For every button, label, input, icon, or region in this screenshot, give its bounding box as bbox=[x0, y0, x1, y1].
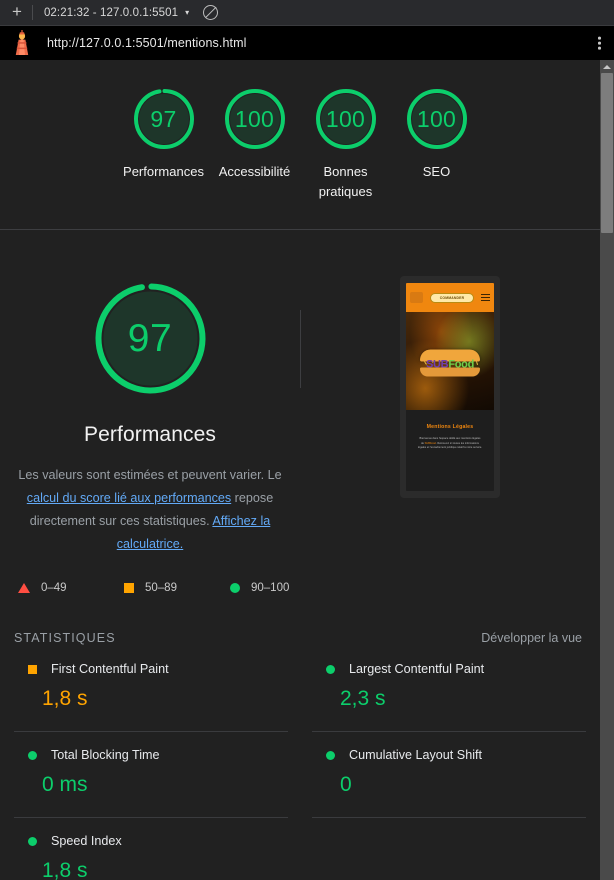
metric-empty-slot bbox=[312, 817, 586, 880]
page-title: Performances bbox=[84, 423, 216, 446]
thumb-body: Mentions Légales Bienvenue dans l'espace… bbox=[406, 410, 494, 491]
score-label: Bonnes pratiques bbox=[318, 164, 373, 199]
thumb-page-heading: Mentions Légales bbox=[426, 424, 474, 430]
thumb-line-2b: SUBFood bbox=[424, 441, 436, 445]
score-label: Accessibilité bbox=[218, 164, 291, 179]
thumb-hero-image: SUBFood bbox=[406, 312, 494, 410]
score-gauges-row: 97 Performances 100 Accessibilité 100 Bo… bbox=[0, 60, 600, 202]
thumb-line-3: légales et l'encadrement juridique relat… bbox=[417, 446, 483, 450]
legend-range: 50–89 bbox=[145, 582, 177, 594]
thumb-line-2c: . Retrouvez ici toutes les informations bbox=[435, 441, 479, 445]
page-screenshot-thumbnail[interactable]: COMMANDER SUBFood Mentions Légales Bienv… bbox=[400, 276, 500, 498]
metric-value: 0 ms bbox=[42, 773, 88, 796]
metrics-header: STATISTIQUES Développer la vue bbox=[0, 594, 600, 645]
score-label: SEO bbox=[422, 164, 451, 179]
vertical-scrollbar[interactable] bbox=[600, 60, 614, 880]
lighthouse-report: 97 Performances 100 Accessibilité 100 Bo… bbox=[0, 60, 600, 880]
url-text[interactable]: http://127.0.0.1:5501/mentions.html bbox=[47, 36, 246, 50]
thumb-logo bbox=[410, 292, 423, 303]
metric-name: First Contentful Paint bbox=[51, 662, 169, 676]
thumb-line-1: Bienvenue dans l'espace dédié aux mentio… bbox=[419, 437, 481, 440]
score-calculation-link[interactable]: calcul du score lié aux performances bbox=[27, 491, 231, 505]
hamburger-menu-icon bbox=[481, 293, 490, 302]
status-badge-green-icon bbox=[28, 750, 37, 760]
score-gauge-accessibilite[interactable]: 100 Accessibilité bbox=[209, 85, 300, 202]
status-badge-green-icon bbox=[326, 664, 335, 674]
metric-value: 1,8 s bbox=[42, 687, 88, 710]
devtools-tab-bar: + 02:21:32 - 127.0.0.1:5501 ▾ bbox=[0, 0, 614, 26]
legend-range: 90–100 bbox=[251, 582, 290, 594]
metrics-section-title: STATISTIQUES bbox=[14, 631, 116, 645]
performance-hero: 97 Performances Les valeurs sont estimée… bbox=[0, 230, 600, 556]
circle-icon bbox=[230, 583, 240, 593]
legend-item-pass: 90–100 bbox=[230, 582, 336, 594]
thumb-brand-logo: SUBFood bbox=[420, 349, 480, 377]
thumb-order-button: COMMANDER bbox=[430, 292, 474, 303]
score-legend: 0–49 50–89 90–100 bbox=[0, 556, 600, 594]
metrics-grid: First Contentful Paint 1,8 s Largest Con… bbox=[0, 658, 600, 880]
score-value: 100 bbox=[325, 105, 366, 132]
scrollbar-thumb[interactable] bbox=[601, 73, 613, 233]
metric-value: 2,3 s bbox=[340, 687, 386, 710]
metric-cumulative-layout-shift[interactable]: Cumulative Layout Shift 0 bbox=[312, 731, 586, 817]
expand-view-toggle[interactable]: Développer la vue bbox=[481, 631, 582, 645]
score-label: Performances bbox=[123, 164, 204, 179]
metric-largest-contentful-paint[interactable]: Largest Contentful Paint 2,3 s bbox=[312, 658, 586, 731]
score-gauge-performances[interactable]: 97 Performances bbox=[118, 85, 209, 202]
triangle-icon bbox=[18, 583, 30, 593]
performance-gauge: 97 bbox=[88, 276, 213, 401]
clear-block-icon[interactable] bbox=[203, 5, 219, 20]
status-badge-orange-icon bbox=[28, 664, 37, 674]
metric-name: Total Blocking Time bbox=[51, 748, 160, 762]
metric-name: Largest Contentful Paint bbox=[349, 662, 485, 676]
hero-score-block: 97 Performances Les valeurs sont estimée… bbox=[0, 276, 300, 556]
brand-part-2: Food bbox=[448, 358, 474, 371]
devtools-tab-title[interactable]: 02:21:32 - 127.0.0.1:5501 bbox=[33, 7, 182, 19]
lighthouse-icon bbox=[15, 30, 29, 55]
metric-value: 1,8 s bbox=[42, 859, 88, 880]
thumb-navbar: COMMANDER bbox=[406, 283, 494, 312]
page-thumbnail-block: COMMANDER SUBFood Mentions Légales Bienv… bbox=[300, 276, 600, 556]
gauge-circle: 100 bbox=[221, 85, 289, 153]
hero-description: Les valeurs sont estimées et peuvent var… bbox=[14, 464, 286, 556]
legend-range: 0–49 bbox=[41, 582, 67, 594]
status-badge-green-icon bbox=[326, 750, 335, 760]
chevron-down-icon[interactable]: ▾ bbox=[182, 8, 189, 17]
legend-item-average: 50–89 bbox=[124, 582, 230, 594]
metric-total-blocking-time[interactable]: Total Blocking Time 0 ms bbox=[14, 731, 288, 817]
gauge-circle: 97 bbox=[130, 85, 198, 153]
score-value: 100 bbox=[416, 105, 457, 132]
desc-text-1: Les valeurs sont estimées et peuvent var… bbox=[18, 468, 282, 482]
brand-part-1: SUB bbox=[425, 358, 449, 371]
performance-score-value: 97 bbox=[127, 316, 173, 360]
metric-first-contentful-paint[interactable]: First Contentful Paint 1,8 s bbox=[14, 658, 288, 731]
vertical-divider bbox=[300, 310, 301, 388]
score-value: 97 bbox=[150, 105, 177, 132]
metric-speed-index[interactable]: Speed Index 1,8 s bbox=[14, 817, 288, 880]
scroll-up-arrow-icon[interactable] bbox=[600, 60, 614, 72]
legend-item-fail: 0–49 bbox=[18, 582, 124, 594]
gauge-circle: 100 bbox=[312, 85, 380, 153]
thumb-body-text: Bienvenue dans l'espace dédié aux mentio… bbox=[412, 437, 488, 451]
metric-name: Cumulative Layout Shift bbox=[349, 748, 483, 762]
kebab-menu-icon[interactable] bbox=[598, 36, 601, 50]
status-badge-green-icon bbox=[28, 836, 37, 846]
url-bar: http://127.0.0.1:5501/mentions.html bbox=[0, 26, 614, 60]
metric-value: 0 bbox=[340, 773, 352, 796]
new-tab-icon[interactable]: + bbox=[0, 3, 32, 22]
gauge-circle: 100 bbox=[403, 85, 471, 153]
square-icon bbox=[124, 583, 134, 593]
score-value: 100 bbox=[234, 105, 275, 132]
metric-name: Speed Index bbox=[51, 834, 122, 848]
score-gauge-bonnes-pratiques[interactable]: 100 Bonnes pratiques bbox=[300, 85, 391, 202]
score-gauge-seo[interactable]: 100 SEO bbox=[391, 85, 482, 202]
